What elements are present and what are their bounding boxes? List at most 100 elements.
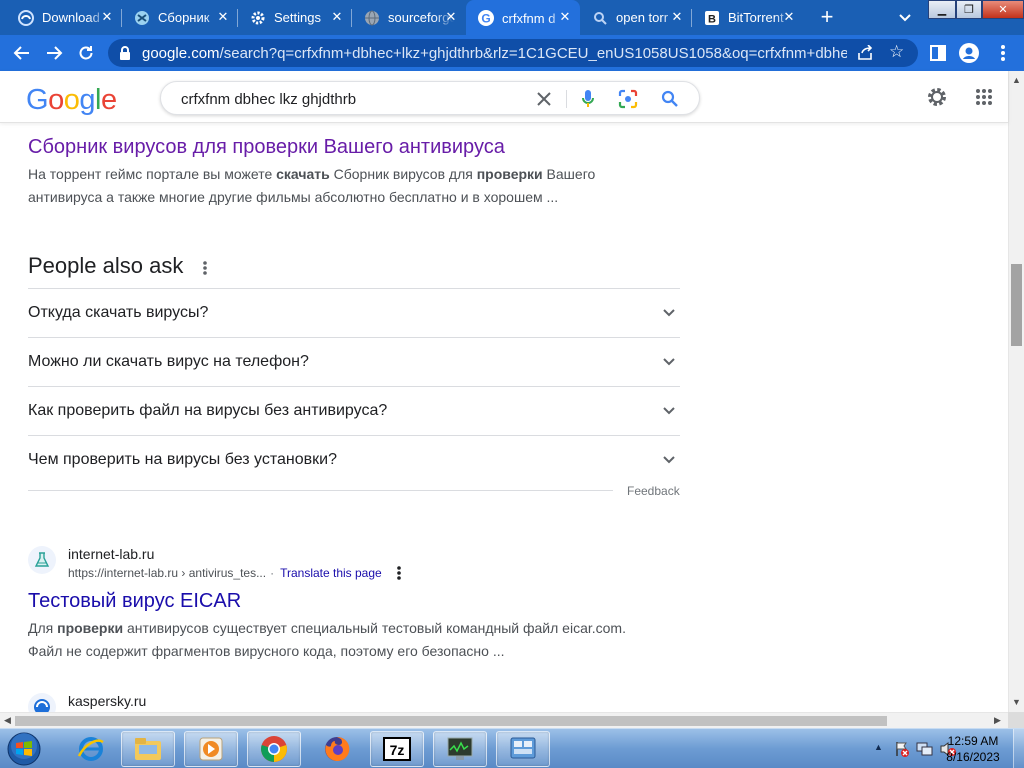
back-button[interactable] — [10, 41, 34, 65]
svg-text:B: B — [708, 13, 716, 25]
close-tab-icon[interactable]: ✕ — [558, 10, 572, 24]
start-button[interactable] — [5, 731, 43, 767]
chrome-menu-button[interactable] — [991, 41, 1015, 65]
lock-icon[interactable] — [118, 45, 132, 61]
chrome-icon — [261, 736, 287, 762]
horizontal-scrollbar[interactable]: ◀ ▶ — [0, 712, 1008, 728]
feedback-link[interactable]: Feedback — [627, 484, 680, 498]
forward-button[interactable] — [42, 41, 66, 65]
chevron-down-icon — [663, 358, 675, 366]
result-more-icon[interactable] — [393, 565, 405, 581]
bookmark-star-icon[interactable]: ☆ — [889, 43, 907, 61]
taskbar-ie[interactable] — [64, 731, 118, 767]
scroll-right-icon[interactable]: ▶ — [994, 715, 1001, 726]
search-input[interactable] — [181, 89, 521, 109]
more-options-icon[interactable] — [198, 259, 212, 277]
profile-avatar-icon — [959, 43, 979, 63]
taskbar-media-player[interactable] — [184, 731, 238, 767]
network-status-icon[interactable] — [916, 741, 934, 757]
scroll-down-icon[interactable]: ▼ — [1012, 697, 1021, 707]
close-window-button[interactable]: ✕ — [982, 0, 1024, 19]
result-site-header[interactable]: kaspersky.ru — [28, 693, 328, 712]
tab-sbornik[interactable]: Сборник ✕ — [122, 0, 238, 35]
tab-settings[interactable]: Settings ✕ — [238, 0, 352, 35]
taskbar-firefox[interactable] — [310, 731, 364, 767]
show-hidden-icons-icon[interactable]: ▲ — [874, 742, 883, 752]
google-icon: G — [478, 10, 494, 26]
scroll-corner — [1008, 712, 1024, 728]
google-logo[interactable]: Google — [26, 84, 117, 117]
edge-icon — [18, 9, 34, 26]
paa-question[interactable]: Чем проверить на вирусы без установки? — [28, 435, 680, 484]
close-tab-icon[interactable]: ✕ — [330, 10, 344, 24]
site-favicon-icon — [28, 546, 56, 574]
firefox-icon — [325, 736, 350, 761]
clear-search-icon[interactable] — [533, 88, 555, 110]
result-title-link[interactable]: Тестовый вирус EICAR — [28, 590, 241, 613]
back-arrow-icon — [13, 46, 29, 60]
paa-question[interactable]: Откуда скачать вирусы? — [28, 288, 680, 337]
search-box — [160, 81, 700, 115]
scrollbar-thumb[interactable] — [15, 716, 887, 726]
scroll-up-icon[interactable]: ▲ — [1012, 75, 1021, 85]
result-snippet: На торрент геймс портале вы можете скача… — [28, 166, 596, 205]
tab-download[interactable]: Download ✕ — [6, 0, 122, 35]
search-icon[interactable] — [659, 88, 681, 110]
address-url[interactable]: google.com/search?q=crfxfnm+dbhec+lkz+gh… — [142, 45, 847, 62]
svg-text:G: G — [481, 12, 490, 26]
show-desktop-button[interactable] — [1013, 729, 1024, 768]
taskbar-network[interactable] — [496, 731, 550, 767]
translate-page-link[interactable]: Translate this page — [280, 566, 382, 580]
restore-button[interactable]: ❐ — [956, 0, 982, 19]
tab-search-chevron-icon[interactable] — [897, 9, 913, 25]
reload-button[interactable] — [74, 41, 98, 65]
tab-bittorrent[interactable]: B BitTorrent ✕ — [692, 0, 804, 35]
scrollbar-thumb[interactable] — [1011, 264, 1022, 346]
new-tab-button[interactable]: + — [815, 6, 839, 30]
result-title-link[interactable]: Сборник вирусов для проверки Вашего анти… — [28, 136, 505, 159]
tab-sourceforge[interactable]: sourceforge ✕ — [352, 0, 466, 35]
settings-gear-button[interactable] — [925, 85, 949, 109]
taskbar-explorer[interactable] — [121, 731, 175, 767]
window-controls: ▁ ❐ ✕ — [928, 0, 1024, 19]
media-player-icon — [199, 737, 223, 761]
close-tab-icon[interactable]: ✕ — [216, 10, 230, 24]
gear-icon — [250, 10, 266, 26]
tab-google-search[interactable]: G crfxfnm d ✕ — [466, 0, 580, 36]
tab-strip: Download ✕ Сборник ✕ Settings ✕ sourcefo… — [0, 0, 1024, 36]
search-results: Сборник вирусов для проверки Вашего анти… — [0, 123, 1008, 712]
close-tab-icon[interactable]: ✕ — [670, 10, 684, 24]
close-tab-icon[interactable]: ✕ — [100, 10, 114, 24]
paa-question[interactable]: Как проверить файл на вирусы без антивир… — [28, 386, 680, 435]
side-panel-button[interactable] — [926, 41, 950, 65]
taskbar-chrome[interactable] — [247, 731, 301, 767]
close-tab-icon[interactable]: ✕ — [444, 10, 458, 24]
people-also-ask-list: Откуда скачать вирусы? Можно ли скачать … — [28, 288, 680, 484]
paa-question[interactable]: Можно ли скачать вирус на телефон? — [28, 337, 680, 386]
task-manager-icon — [447, 737, 473, 760]
system-clock[interactable]: 12:59 AM 8/16/2023 — [939, 733, 1007, 765]
taskbar-task-manager[interactable] — [433, 731, 487, 767]
profile-button[interactable] — [957, 41, 981, 65]
close-tab-icon[interactable]: ✕ — [782, 10, 796, 24]
tab-label: Сборник — [158, 10, 210, 25]
site-icon — [134, 10, 150, 26]
globe-icon — [364, 10, 380, 26]
action-center-flag-icon[interactable] — [894, 741, 910, 757]
share-icon[interactable] — [857, 44, 875, 61]
people-also-ask-heading: People also ask — [28, 253, 184, 278]
tab-open-torrent[interactable]: open torr ✕ — [580, 0, 692, 35]
google-apps-button[interactable] — [972, 85, 996, 109]
lens-search-icon[interactable] — [617, 88, 639, 110]
scroll-left-icon[interactable]: ◀ — [4, 715, 11, 726]
address-bar[interactable]: google.com/search?q=crfxfnm+dbhec+lkz+gh… — [108, 39, 918, 67]
search-icon — [592, 10, 608, 26]
taskbar-7zip[interactable]: 7z — [370, 731, 424, 767]
minimize-button[interactable]: ▁ — [928, 0, 956, 19]
result-site-header[interactable]: internet-lab.ru https://internet-lab.ru … — [28, 546, 588, 586]
voice-search-icon[interactable] — [577, 88, 599, 110]
bittorrent-icon: B — [704, 10, 720, 26]
chevron-down-icon — [663, 456, 675, 464]
vertical-scrollbar[interactable]: ▲ ▼ — [1008, 71, 1024, 712]
kebab-menu-icon — [1001, 45, 1005, 61]
